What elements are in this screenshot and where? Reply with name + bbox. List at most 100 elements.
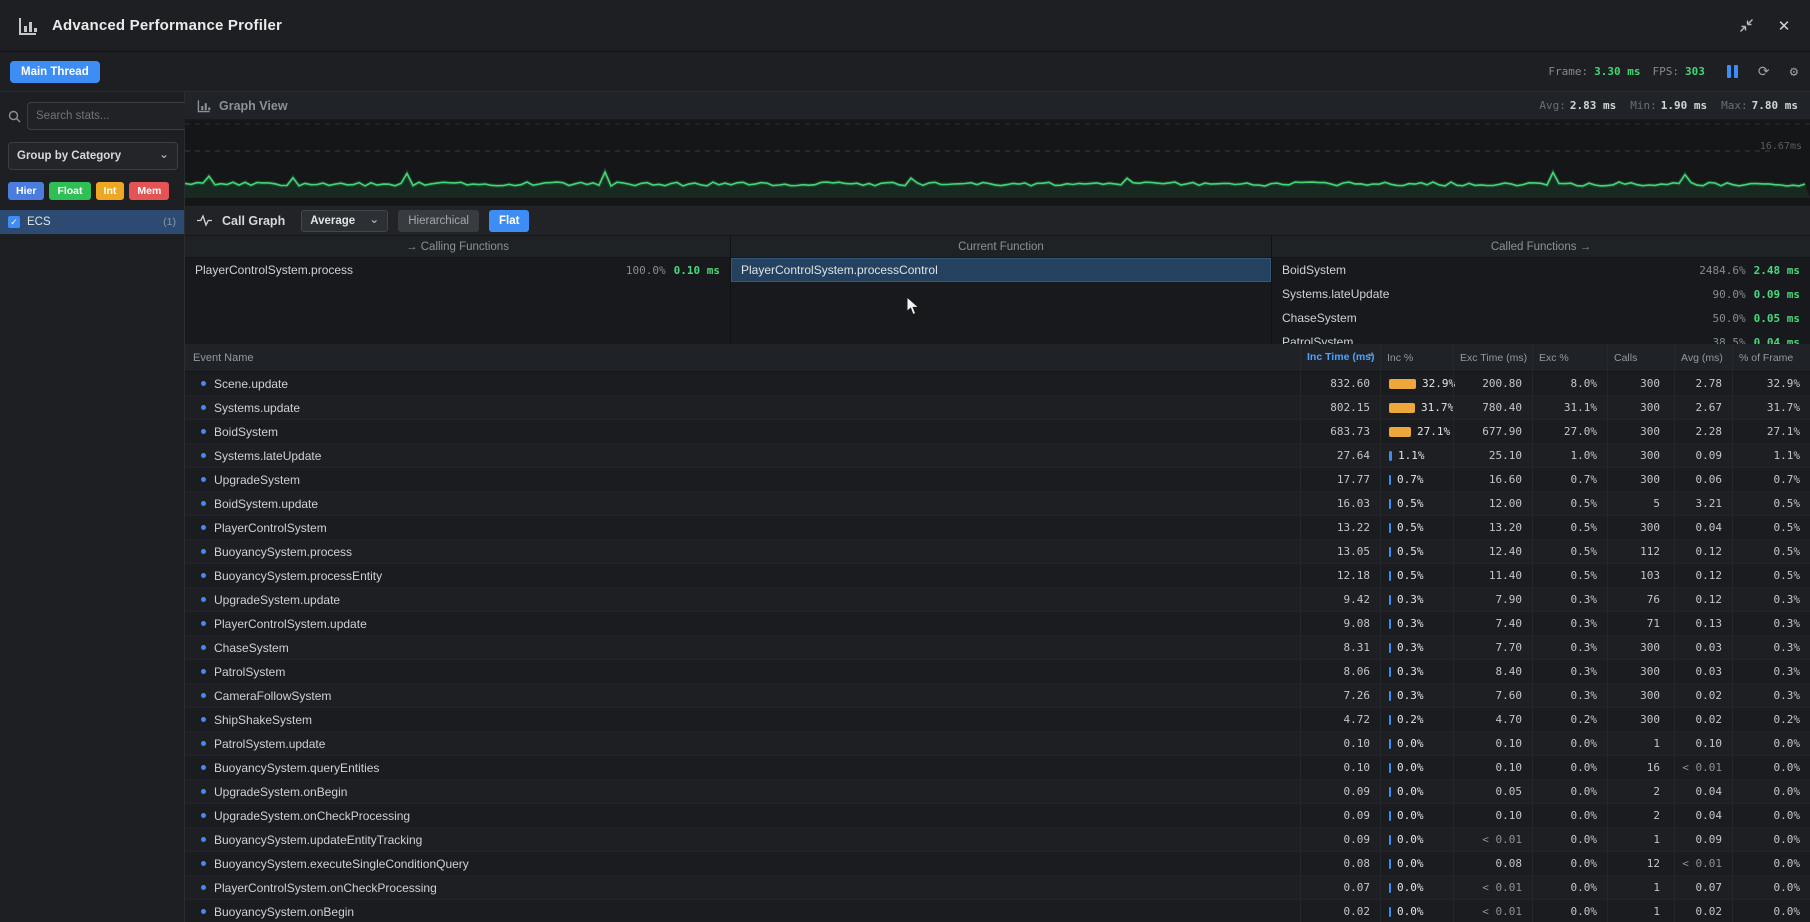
table-row[interactable]: BuoyancySystem.queryEntities0.100.0%0.10…	[185, 756, 1810, 780]
table-row[interactable]: BuoyancySystem.processEntity12.180.5%11.…	[185, 564, 1810, 588]
chevron-down-icon: ⌄	[159, 148, 169, 160]
event-name: Systems.update	[214, 401, 300, 415]
inc-pct-bar	[1389, 811, 1391, 821]
inc-pct-bar	[1389, 595, 1391, 605]
table-row[interactable]: BuoyancySystem.executeSingleConditionQue…	[185, 852, 1810, 876]
refresh-icon[interactable]: ⟳	[1758, 65, 1770, 79]
collapse-icon[interactable]	[1738, 18, 1754, 34]
function-name: Systems.lateUpdate	[1282, 287, 1713, 301]
calling-function-row[interactable]: PlayerControlSystem.process 100.0% 0.10 …	[185, 258, 730, 282]
table-row[interactable]: UpgradeSystem.update9.420.3%7.900.3%760.…	[185, 588, 1810, 612]
table-row[interactable]: PatrolSystem8.060.3%8.400.3%3000.030.3%	[185, 660, 1810, 684]
table-row[interactable]: PlayerControlSystem13.220.5%13.200.5%300…	[185, 516, 1810, 540]
inc-pct-value: 0.5%	[1397, 545, 1424, 558]
table-row[interactable]: PatrolSystem.update0.100.0%0.100.0%10.10…	[185, 732, 1810, 756]
event-name: UpgradeSystem.update	[214, 593, 340, 607]
title-bar: Advanced Performance Profiler ✕	[0, 0, 1810, 52]
col-exc-pct[interactable]: Exc %	[1532, 344, 1607, 371]
table-row[interactable]: ShipShakeSystem4.720.2%4.700.2%3000.020.…	[185, 708, 1810, 732]
call-graph-toolbar: Call Graph Average ⌄ Hierarchical Flat	[185, 206, 1810, 236]
table-row[interactable]: BoidSystem683.7327.1%677.9027.0%3002.282…	[185, 420, 1810, 444]
inc-pct-bar	[1389, 475, 1391, 485]
called-function-row[interactable]: PatrolSystem38.5%0.04 ms	[1272, 330, 1810, 344]
called-functions-panel: Called Functions → BoidSystem2484.6%2.48…	[1272, 236, 1810, 344]
table-row[interactable]: BoidSystem.update16.030.5%12.000.5%53.21…	[185, 492, 1810, 516]
event-name: PatrolSystem.update	[214, 737, 325, 751]
event-name: UpgradeSystem.onBegin	[214, 785, 347, 799]
flat-button[interactable]: Flat	[489, 210, 529, 232]
filter-chip-hier[interactable]: Hier	[8, 182, 44, 200]
event-bullet-icon	[201, 885, 206, 890]
frame-time-graph[interactable]: 16.67ms	[185, 120, 1810, 206]
ecs-checkbox[interactable]: ✓	[8, 216, 20, 228]
col-frame-pct[interactable]: % of Frame	[1732, 344, 1810, 371]
gear-icon[interactable]: ⚙	[1790, 65, 1798, 79]
col-avg[interactable]: Avg (ms)	[1674, 344, 1732, 371]
profiler-window: Advanced Performance Profiler ✕ Main Thr…	[0, 0, 1810, 922]
table-row[interactable]: ChaseSystem8.310.3%7.700.3%3000.030.3%	[185, 636, 1810, 660]
frame-label: Frame:	[1548, 65, 1588, 78]
inc-pct-bar	[1389, 379, 1416, 389]
inc-pct-value: 0.5%	[1397, 497, 1424, 510]
inc-pct-bar	[1389, 499, 1391, 509]
called-function-row[interactable]: ChaseSystem50.0%0.05 ms	[1272, 306, 1810, 330]
filter-chip-float[interactable]: Float	[49, 182, 90, 200]
current-function-row[interactable]: PlayerControlSystem.processControl	[731, 258, 1271, 282]
table-row[interactable]: Scene.update832.6032.9%200.808.0%3002.78…	[185, 372, 1810, 396]
inc-pct-bar	[1389, 883, 1391, 893]
col-inc-pct[interactable]: Inc %	[1380, 344, 1453, 371]
event-name: ShipShakeSystem	[214, 713, 312, 727]
table-row[interactable]: UpgradeSystem.onCheckProcessing0.090.0%0…	[185, 804, 1810, 828]
max-label: Max:	[1721, 99, 1748, 112]
filter-chip-int[interactable]: Int	[96, 182, 125, 200]
col-calls[interactable]: Calls	[1607, 344, 1674, 371]
called-function-row[interactable]: Systems.lateUpdate90.0%0.09 ms	[1272, 282, 1810, 306]
table-row[interactable]: BuoyancySystem.updateEntityTracking0.090…	[185, 828, 1810, 852]
graph-stats: Avg:2.83 ms Min:1.90 ms Max:7.80 ms	[1539, 99, 1798, 112]
event-name: Scene.update	[214, 377, 288, 391]
table-row[interactable]: Systems.update802.1531.7%780.4031.1%3002…	[185, 396, 1810, 420]
event-bullet-icon	[201, 549, 206, 554]
table-row[interactable]: UpgradeSystem17.770.7%16.600.7%3000.060.…	[185, 468, 1810, 492]
table-row[interactable]: CameraFollowSystem7.260.3%7.600.3%3000.0…	[185, 684, 1810, 708]
inc-pct-value: 0.7%	[1397, 473, 1424, 486]
event-bullet-icon	[201, 405, 206, 410]
table-row[interactable]: BuoyancySystem.process13.050.5%12.400.5%…	[185, 540, 1810, 564]
filter-chips: Hier Float IntMem	[0, 182, 184, 200]
search-input[interactable]	[27, 102, 199, 130]
table-row[interactable]: PlayerControlSystem.onCheckProcessing0.0…	[185, 876, 1810, 900]
pause-icon[interactable]	[1727, 65, 1738, 78]
inc-pct-bar	[1389, 403, 1415, 413]
inc-pct-bar	[1389, 427, 1411, 437]
group-by-select[interactable]: Group by Category ⌄	[8, 142, 178, 170]
table-row[interactable]: Systems.lateUpdate27.641.1%25.101.0%3000…	[185, 444, 1810, 468]
event-name: PlayerControlSystem	[214, 521, 327, 535]
col-event-name[interactable]: Event Name	[185, 344, 1300, 371]
table-row[interactable]: UpgradeSystem.onBegin0.090.0%0.050.0%20.…	[185, 780, 1810, 804]
event-bullet-icon	[201, 573, 206, 578]
aggregation-select[interactable]: Average ⌄	[301, 210, 388, 232]
col-inc-time[interactable]: Inc Time (ms) ⌄	[1300, 344, 1380, 371]
event-name: BuoyancySystem.executeSingleConditionQue…	[214, 857, 469, 871]
event-name: BoidSystem	[214, 425, 278, 439]
avg-value: 2.83 ms	[1570, 99, 1616, 112]
event-name: BuoyancySystem.queryEntities	[214, 761, 379, 775]
filter-chip-mem[interactable]: Mem	[129, 182, 169, 200]
inc-pct-bar	[1389, 523, 1391, 533]
inc-pct-value: 0.0%	[1397, 833, 1424, 846]
col-exc-time[interactable]: Exc Time (ms)	[1453, 344, 1532, 371]
calling-functions-header: → Calling Functions	[185, 236, 730, 258]
hierarchical-button[interactable]: Hierarchical	[398, 210, 479, 232]
table-row[interactable]: PlayerControlSystem.update9.080.3%7.400.…	[185, 612, 1810, 636]
main-thread-button[interactable]: Main Thread	[10, 61, 100, 83]
inc-pct-value: 0.3%	[1397, 641, 1424, 654]
pulse-icon	[197, 214, 212, 227]
called-function-row[interactable]: BoidSystem2484.6%2.48 ms	[1272, 258, 1810, 282]
close-icon[interactable]: ✕	[1776, 18, 1792, 34]
sidebar-item-ecs[interactable]: ✓ ECS (1)	[0, 210, 184, 234]
inc-pct-bar	[1389, 619, 1391, 629]
inc-pct-bar	[1389, 835, 1391, 845]
table-row[interactable]: BuoyancySystem.onBegin0.020.0%< 0.010.0%…	[185, 900, 1810, 922]
event-name: PlayerControlSystem.update	[214, 617, 367, 631]
frame-value: 3.30 ms	[1594, 65, 1640, 78]
